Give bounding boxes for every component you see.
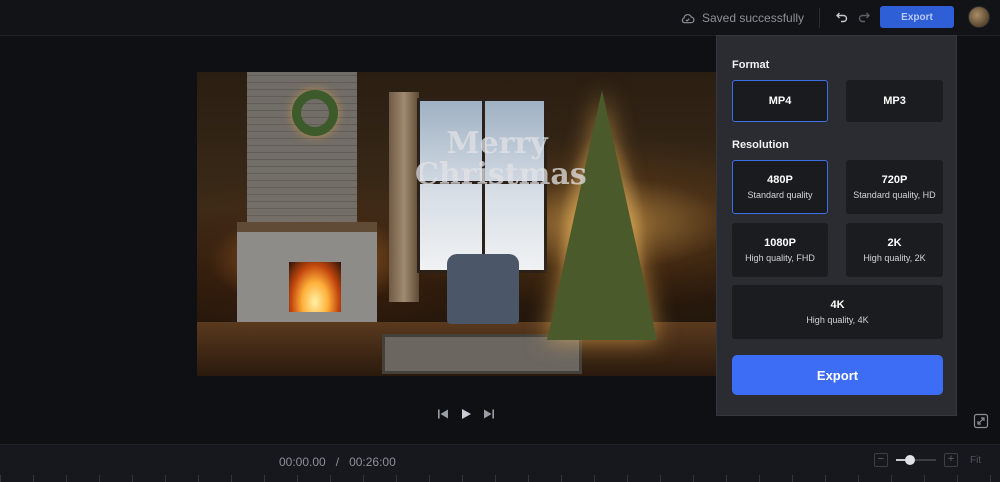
- resolution-label: 1080P: [764, 237, 796, 249]
- cloud-check-icon: [681, 13, 695, 23]
- save-status: Saved successfully: [680, 9, 804, 27]
- export-button-header[interactable]: Export: [880, 6, 954, 28]
- resolution-desc: Standard quality: [747, 190, 813, 200]
- skip-back-icon: [437, 409, 448, 419]
- redo-icon: [858, 12, 870, 23]
- resolution-desc: High quality, 4K: [806, 315, 869, 325]
- resolution-label: 720P: [881, 174, 908, 186]
- zoom-slider[interactable]: [896, 455, 936, 465]
- preview-wreath: [292, 90, 338, 136]
- preview-rug: [382, 334, 582, 374]
- preview-overlay-text[interactable]: Merry Christmas: [415, 128, 587, 190]
- resolution-label: 480P: [767, 174, 793, 186]
- zoom-slider-handle[interactable]: [905, 455, 915, 465]
- zoom-out-button[interactable]: −: [874, 453, 888, 467]
- undo-icon: [836, 12, 848, 23]
- fit-button[interactable]: Fit: [970, 455, 981, 466]
- format-label: MP3: [883, 95, 906, 107]
- preview-armchair: [447, 254, 519, 324]
- undo-button[interactable]: [834, 9, 850, 25]
- current-time: 00:00.00: [279, 455, 326, 469]
- format-option-mp4[interactable]: MP4: [732, 80, 828, 122]
- timeline-ruler[interactable]: [0, 475, 1000, 482]
- export-panel: Format MP4 MP3 Resolution 480P Standard …: [716, 35, 957, 416]
- video-preview[interactable]: Merry Christmas: [197, 72, 717, 376]
- time-separator: /: [335, 455, 340, 469]
- preview-fire: [289, 262, 341, 312]
- top-bar: Saved successfully Export: [0, 0, 1000, 36]
- resolution-option-2k[interactable]: 2K High quality, 2K: [846, 223, 943, 277]
- save-status-text: Saved successfully: [702, 11, 805, 25]
- format-label: MP4: [768, 95, 792, 107]
- export-button[interactable]: Export: [732, 355, 943, 395]
- toolbar-divider: [819, 8, 820, 28]
- resolution-option-1080p[interactable]: 1080P High quality, FHD: [732, 223, 828, 277]
- zoom-control: − + Fit: [874, 453, 981, 467]
- play-button[interactable]: [459, 407, 472, 421]
- resolution-label: 2K: [887, 237, 902, 249]
- preview-curtain: [389, 92, 419, 302]
- player-controls: [436, 406, 496, 422]
- format-option-mp3[interactable]: MP3: [846, 80, 943, 122]
- redo-button[interactable]: [856, 9, 872, 25]
- skip-forward-button[interactable]: [483, 407, 496, 421]
- format-title: Format: [732, 59, 770, 71]
- play-icon: [461, 409, 471, 419]
- resolution-label: 4K: [830, 299, 845, 311]
- fullscreen-button[interactable]: [973, 413, 989, 429]
- resolution-title: Resolution: [732, 139, 789, 151]
- skip-back-button[interactable]: [436, 407, 449, 421]
- resolution-option-720p[interactable]: 720P Standard quality, HD: [846, 160, 943, 214]
- total-time: 00:26:00: [349, 455, 396, 469]
- resolution-desc: High quality, 2K: [863, 253, 926, 263]
- resolution-desc: High quality, FHD: [745, 253, 815, 263]
- resolution-option-4k[interactable]: 4K High quality, 4K: [732, 285, 943, 339]
- timeline-bar: 00:00.00 / 00:26:00 − + Fit: [0, 444, 1000, 482]
- timecode: 00:00.00 / 00:26:00: [279, 455, 396, 469]
- zoom-in-button[interactable]: +: [944, 453, 958, 467]
- resolution-desc: Standard quality, HD: [853, 190, 936, 200]
- fullscreen-icon: [973, 413, 989, 429]
- skip-forward-icon: [484, 409, 495, 419]
- avatar[interactable]: [968, 6, 990, 28]
- resolution-option-480p[interactable]: 480P Standard quality: [732, 160, 828, 214]
